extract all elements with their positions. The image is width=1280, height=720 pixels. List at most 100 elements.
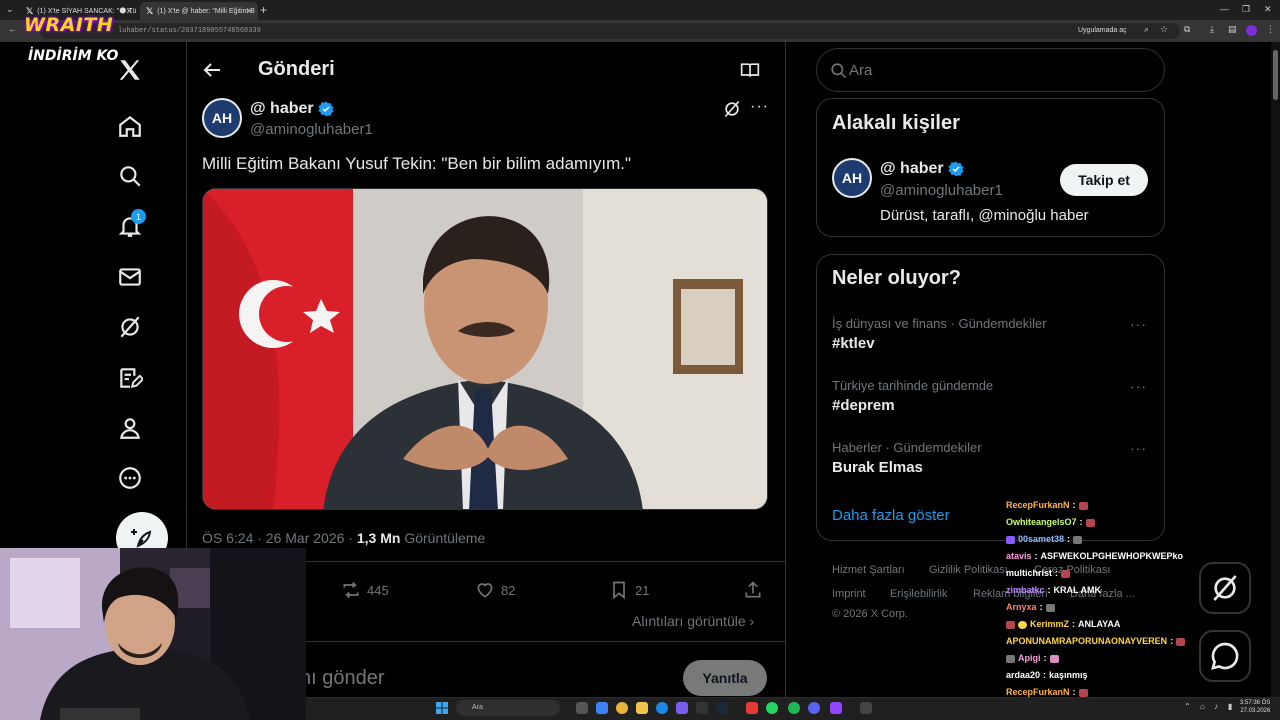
- steam-icon[interactable]: [716, 702, 728, 714]
- share-button[interactable]: [743, 580, 763, 600]
- whatsapp-icon[interactable]: [766, 702, 778, 714]
- app-icon[interactable]: [676, 702, 688, 714]
- app-icon[interactable]: [696, 702, 708, 714]
- discord-icon[interactable]: [808, 702, 820, 714]
- windows-start-icon[interactable]: [436, 702, 448, 714]
- grok-icon[interactable]: [116, 313, 144, 341]
- reader-mode-icon[interactable]: [740, 60, 760, 80]
- twitch-icon[interactable]: [830, 702, 842, 714]
- trend-name[interactable]: #ktlev: [832, 335, 875, 352]
- compose-list-icon[interactable]: [116, 364, 144, 392]
- like-button[interactable]: 82: [475, 580, 515, 600]
- footer-link-imprint[interactable]: Imprint: [832, 588, 866, 600]
- author-name[interactable]: @ haber: [250, 100, 314, 118]
- footer-link-privacy[interactable]: Gizlilik Politikası: [929, 564, 1008, 576]
- emote-icon: [1073, 535, 1083, 544]
- open-in-app-chip[interactable]: Uygulamada aç: [1072, 24, 1133, 38]
- edge-icon[interactable]: [656, 702, 668, 714]
- app-icon[interactable]: [860, 702, 872, 714]
- mail-icon[interactable]: [116, 263, 144, 291]
- taskbar-clock[interactable]: 3:57:36 ÖS 27.03.2026: [1240, 699, 1270, 715]
- footer-link-terms[interactable]: Hizmet Şartları: [832, 564, 905, 576]
- tweet-timestamp[interactable]: ÖS 6:24 · 26 Mar 2026 ·: [202, 530, 357, 546]
- browser-tab-2[interactable]: 𝕏 (1) X'te @ haber: "Milli Eğitim B ✕: [140, 2, 258, 20]
- x-logo-icon[interactable]: [116, 56, 144, 84]
- trend-name[interactable]: Burak Elmas: [832, 459, 923, 476]
- trend-more-icon[interactable]: ···: [1130, 316, 1147, 332]
- author-avatar[interactable]: AH: [202, 98, 242, 138]
- main-column-right-border: [785, 42, 786, 702]
- tweet-more-icon[interactable]: ···: [750, 98, 769, 116]
- trend-more-icon[interactable]: ···: [1130, 440, 1147, 456]
- battery-icon[interactable]: ▮: [1228, 702, 1232, 711]
- app-icon[interactable]: [746, 702, 758, 714]
- spotify-icon[interactable]: [788, 702, 800, 714]
- show-more-link[interactable]: Daha fazla göster: [832, 507, 950, 524]
- star-icon[interactable]: ☆: [1160, 24, 1168, 35]
- view-quotes-link[interactable]: Alıntıları görüntüle ›: [632, 613, 754, 629]
- messages-floating-button[interactable]: [1199, 630, 1251, 682]
- stream-brand-logo: WRAITH: [24, 14, 114, 36]
- search-input[interactable]: Ara: [849, 62, 872, 79]
- back-arrow-icon[interactable]: [200, 58, 224, 82]
- home-icon[interactable]: [116, 112, 144, 140]
- taskbar-time: 3:57:36 ÖS: [1240, 700, 1271, 706]
- related-avatar[interactable]: AH: [832, 158, 872, 198]
- reply-input[interactable]: nı gönder: [300, 667, 385, 690]
- taskview-icon[interactable]: [576, 702, 588, 714]
- related-handle[interactable]: @aminogluhaber1: [880, 182, 1003, 199]
- network-icon[interactable]: ⌂: [1200, 702, 1205, 711]
- chat-line: RecepFurkanN:: [1006, 497, 1196, 514]
- minimize-icon[interactable]: —: [1220, 4, 1229, 14]
- search-icon[interactable]: [116, 162, 144, 190]
- chat-line: OwhiteangelsO7:: [1006, 514, 1196, 531]
- retweet-button[interactable]: 445: [341, 580, 389, 600]
- related-name[interactable]: @ haber: [880, 160, 944, 178]
- grok-floating-button[interactable]: [1199, 562, 1251, 614]
- chat-user: Apigi: [1018, 653, 1041, 663]
- chat-user: 00samet38: [1018, 534, 1065, 544]
- tray-chevron-icon[interactable]: ⌃: [1184, 702, 1191, 711]
- profile-icon[interactable]: [116, 414, 144, 442]
- folder-icon[interactable]: [636, 702, 648, 714]
- author-handle[interactable]: @aminogluhaber1: [250, 121, 373, 138]
- share-icon: [745, 581, 761, 598]
- back-nav-icon[interactable]: ←: [8, 24, 17, 34]
- url-field[interactable]: luhaber/status/2037189055746568339: [40, 23, 1180, 39]
- new-tab-button[interactable]: +: [260, 3, 267, 17]
- app-icon[interactable]: [596, 702, 608, 714]
- extensions-icon[interactable]: ⧉: [1184, 24, 1190, 35]
- profile-avatar[interactable]: [1246, 25, 1257, 36]
- browser-menu-icon[interactable]: ⋮: [1266, 24, 1275, 35]
- trend-name[interactable]: #deprem: [832, 397, 895, 414]
- grok-explain-icon[interactable]: [722, 99, 742, 119]
- author-name-row[interactable]: @ haber: [250, 100, 334, 118]
- bookmark-icon: [613, 581, 625, 600]
- more-circle-icon[interactable]: [116, 464, 144, 492]
- emote-icon: [1061, 569, 1071, 578]
- footer-link-accessibility[interactable]: Erişilebilirlik: [890, 588, 947, 600]
- emote-icon: [1085, 518, 1095, 527]
- tab-close-icon[interactable]: ✕: [245, 6, 253, 17]
- taskbar-search[interactable]: Ara: [456, 700, 560, 716]
- trend-more-icon[interactable]: ···: [1130, 378, 1147, 394]
- download-icon[interactable]: ⤓: [1210, 24, 1214, 35]
- related-name-row[interactable]: @ haber: [880, 160, 964, 178]
- maximize-icon[interactable]: ❐: [1242, 4, 1250, 15]
- bookmark-button[interactable]: 21: [609, 580, 649, 600]
- scrollbar[interactable]: [1271, 42, 1280, 697]
- sub-badge-icon: [1006, 535, 1015, 544]
- window-close-icon[interactable]: ✕: [1264, 4, 1272, 15]
- volume-icon[interactable]: ♪: [1214, 702, 1218, 711]
- tab-menu-icon[interactable]: ⌄: [6, 4, 14, 15]
- chat-user: KerimmZ: [1030, 619, 1070, 629]
- scrollbar-thumb[interactable]: [1273, 50, 1278, 100]
- like-count: 82: [501, 582, 516, 598]
- follow-button[interactable]: Takip et: [1060, 164, 1148, 196]
- reply-button[interactable]: Yanıtla: [683, 660, 767, 696]
- zoom-icon[interactable]: ⌕: [1144, 24, 1149, 35]
- sidepanel-icon[interactable]: ▤: [1228, 24, 1237, 35]
- tab-close-icon[interactable]: ✕: [125, 6, 133, 17]
- chrome-icon[interactable]: [616, 702, 628, 714]
- tweet-photo[interactable]: [202, 188, 768, 510]
